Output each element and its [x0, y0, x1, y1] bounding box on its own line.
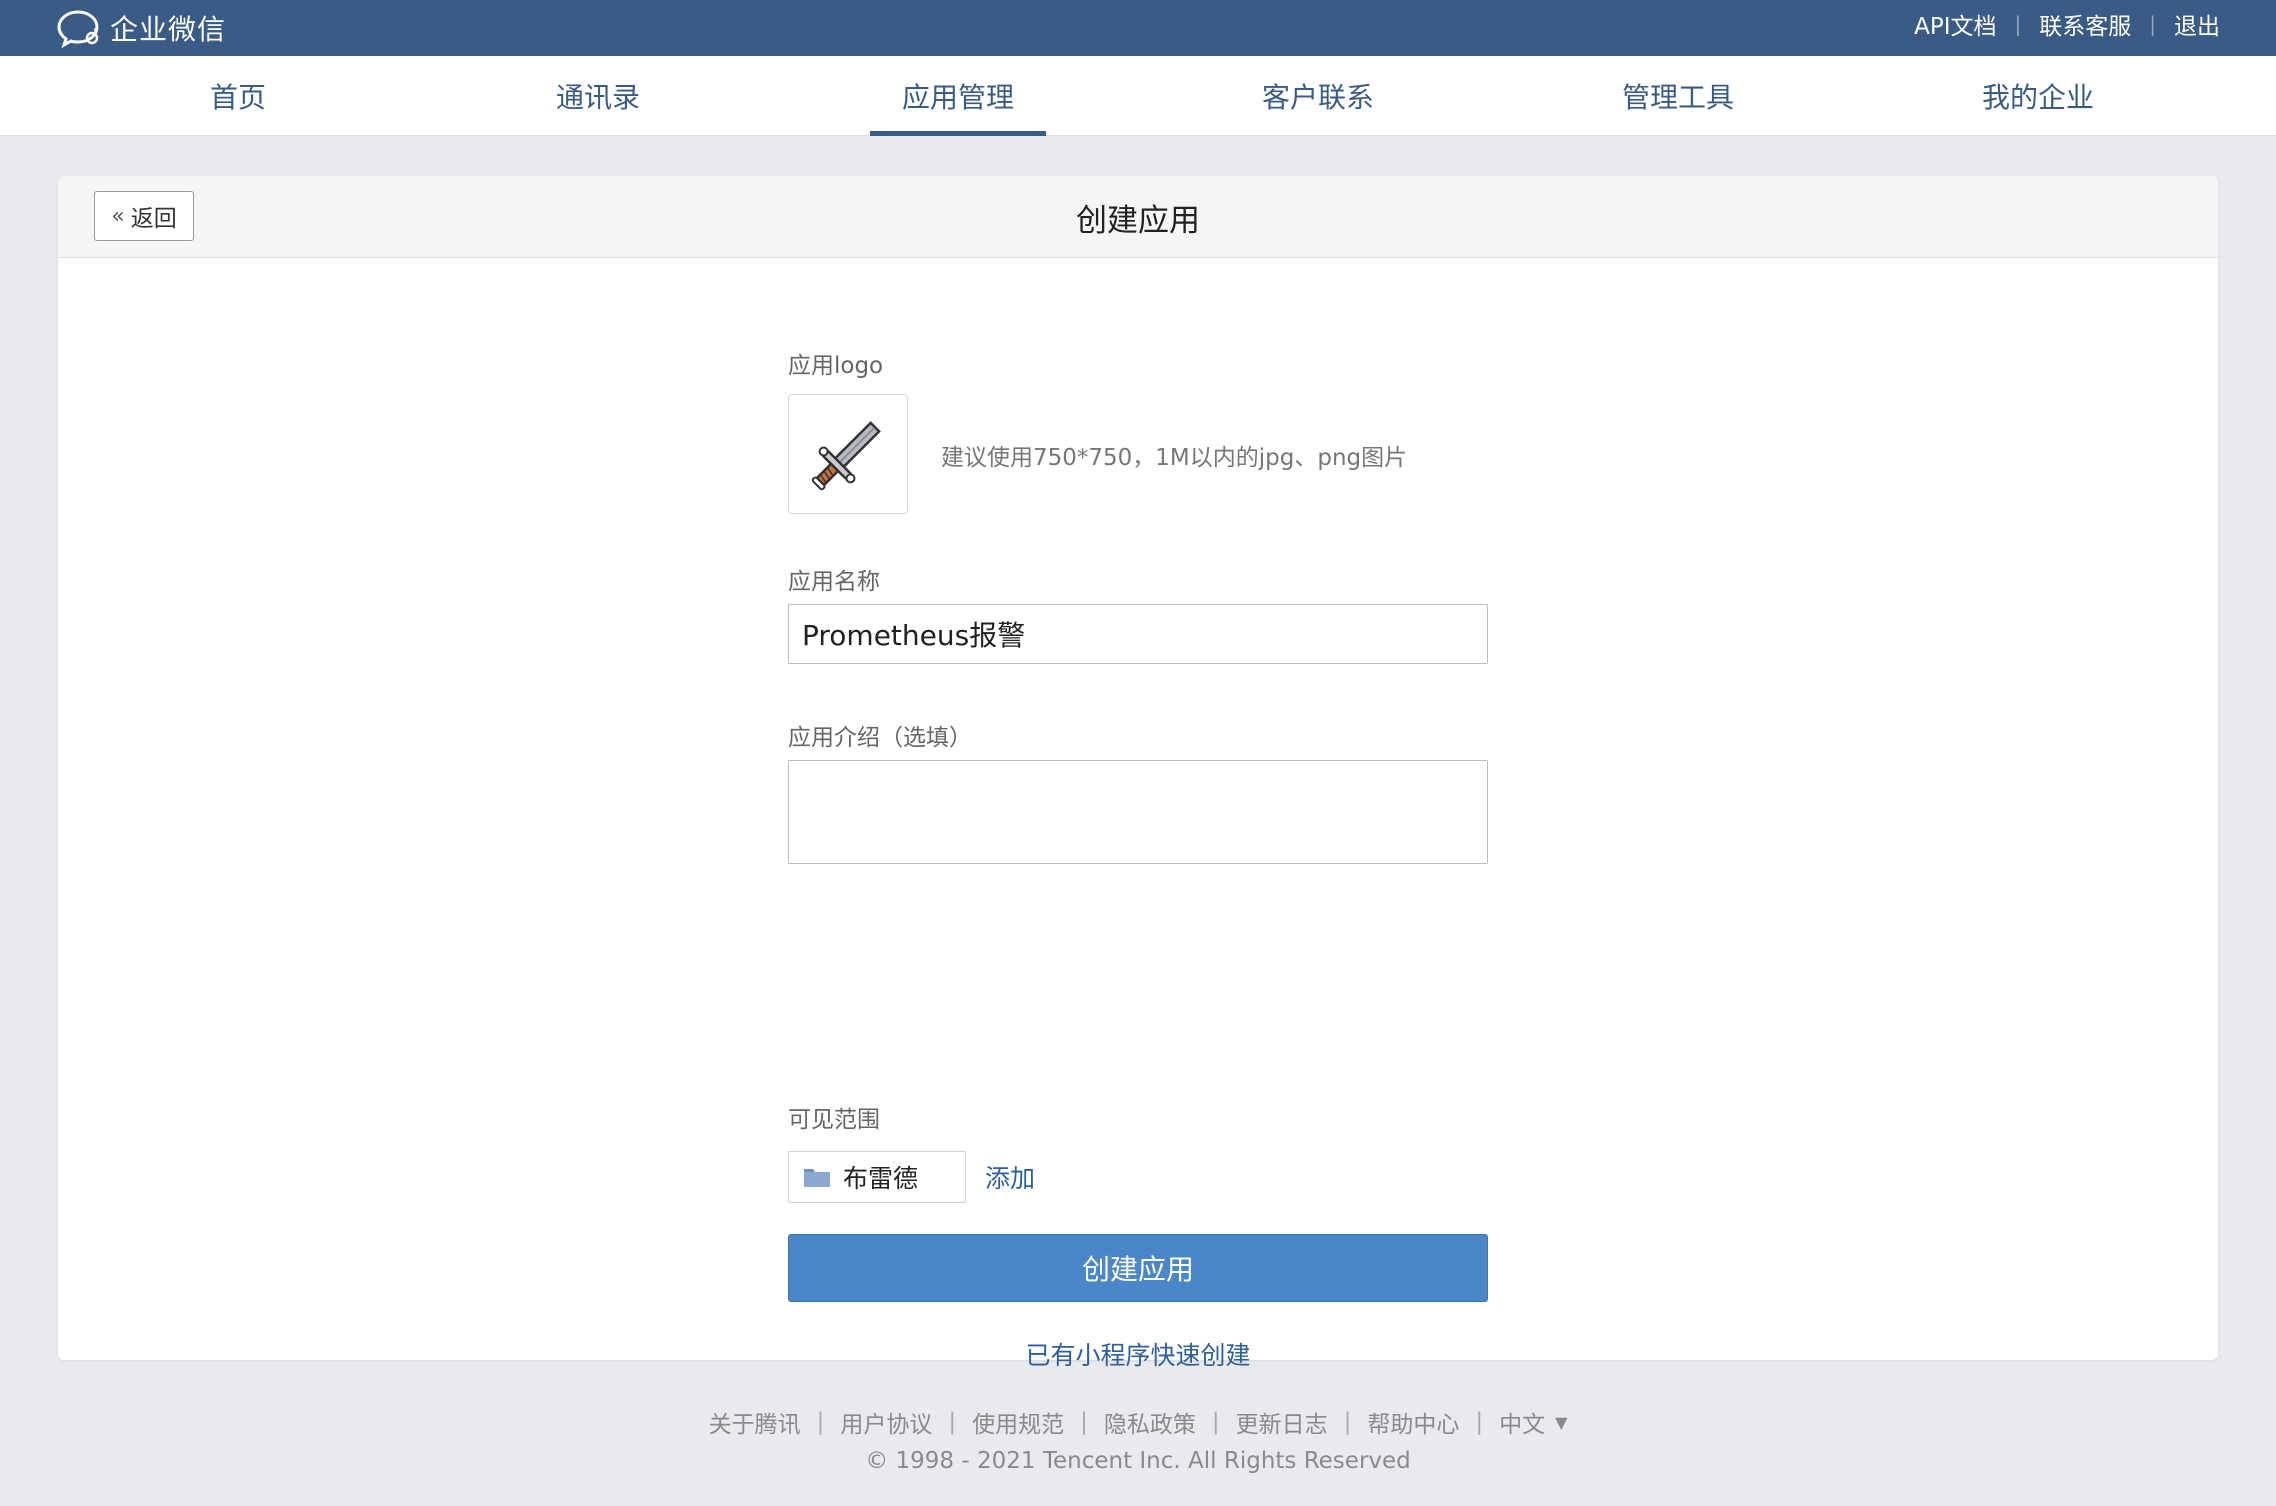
page-title: 创建应用 [1076, 202, 1200, 239]
footer-link-privacy[interactable]: 隐私政策 [1104, 1405, 1196, 1439]
visibility-scope-label: 可见范围 [788, 1107, 880, 1133]
top-separator: | [2149, 12, 2156, 36]
logo-label: 应用logo [788, 353, 884, 379]
footer-link-changelog[interactable]: 更新日志 [1236, 1405, 1328, 1439]
logout-link[interactable]: 退出 [2174, 7, 2220, 41]
nav-home[interactable]: 首页 [150, 56, 326, 136]
create-app-button[interactable]: 创建应用 [788, 1234, 1488, 1302]
footer-separator: | [1211, 1409, 1220, 1435]
contact-support-link[interactable]: 联系客服 [2039, 7, 2131, 41]
app-intro-textarea[interactable] [788, 760, 1488, 864]
back-button[interactable]: « 返回 [94, 191, 194, 241]
footer-link-help[interactable]: 帮助中心 [1367, 1405, 1459, 1439]
language-label: 中文 [1499, 1412, 1546, 1438]
top-separator: | [2014, 12, 2022, 36]
caret-down-icon: ▼ [1555, 1412, 1568, 1432]
app-name-input[interactable]: Prometheus报警 [788, 604, 1488, 664]
nav-customer-contact[interactable]: 客户联系 [1230, 56, 1406, 136]
app-name-label: 应用名称 [788, 569, 880, 595]
top-links: API文档 | 联系客服 | 退出 [1914, 0, 2220, 48]
sword-icon [811, 421, 881, 491]
top-bar: 企业微信 API文档 | 联系客服 | 退出 [0, 0, 2276, 56]
mini-program-quick-create-link[interactable]: 已有小程序快速创建 [788, 1336, 1488, 1372]
folder-icon [804, 1169, 830, 1187]
footer-separator: | [1080, 1409, 1088, 1435]
double-chevron-left-icon: « [111, 203, 125, 229]
footer-link-about[interactable]: 关于腾讯 [709, 1405, 801, 1439]
main-nav: 首页 通讯录 应用管理 客户联系 管理工具 我的企业 [0, 56, 2276, 136]
scope-tag[interactable]: 布雷德 [788, 1151, 966, 1203]
footer-separator: | [1343, 1409, 1352, 1435]
nav-contacts[interactable]: 通讯录 [510, 56, 686, 136]
nav-app-management[interactable]: 应用管理 [870, 56, 1046, 136]
copyright: © 1998 - 2021 Tencent Inc. All Rights Re… [865, 1448, 1411, 1474]
logo-hint: 建议使用750*750，1M以内的jpg、png图片 [941, 445, 1408, 471]
back-label: 返回 [130, 206, 177, 232]
language-selector[interactable]: 中文 ▼ [1499, 1405, 1567, 1439]
footer-link-user-agreement[interactable]: 用户协议 [840, 1405, 932, 1439]
footer-separator: | [1475, 1409, 1484, 1435]
footer-link-usage-rules[interactable]: 使用规范 [972, 1405, 1064, 1439]
create-app-card: 创建应用 « 返回 应用logo 建议使用750*750，1M以内的jpg、pn… [58, 176, 2218, 1370]
logo-upload[interactable] [788, 394, 908, 514]
nav-management-tools[interactable]: 管理工具 [1590, 56, 1766, 136]
footer-separator: | [816, 1409, 825, 1435]
brand-logo[interactable]: 企业微信 [56, 6, 226, 50]
api-docs-link[interactable]: API文档 [1914, 7, 1996, 41]
scope-tag-label: 布雷德 [843, 1164, 919, 1193]
app-intro-label: 应用介绍（选填） [788, 725, 972, 751]
add-scope-link[interactable]: 添加 [985, 1159, 1035, 1195]
wecom-chat-bubble-icon [57, 10, 99, 48]
footer-links: 关于腾讯 | 用户协议 | 使用规范 | 隐私政策 | 更新日志 | 帮助中心 … [0, 1404, 2276, 1440]
footer-separator: | [948, 1409, 957, 1435]
brand-name: 企业微信 [110, 13, 227, 46]
card-header: 创建应用 « 返回 [58, 176, 2218, 258]
nav-my-enterprise[interactable]: 我的企业 [1950, 56, 2126, 136]
